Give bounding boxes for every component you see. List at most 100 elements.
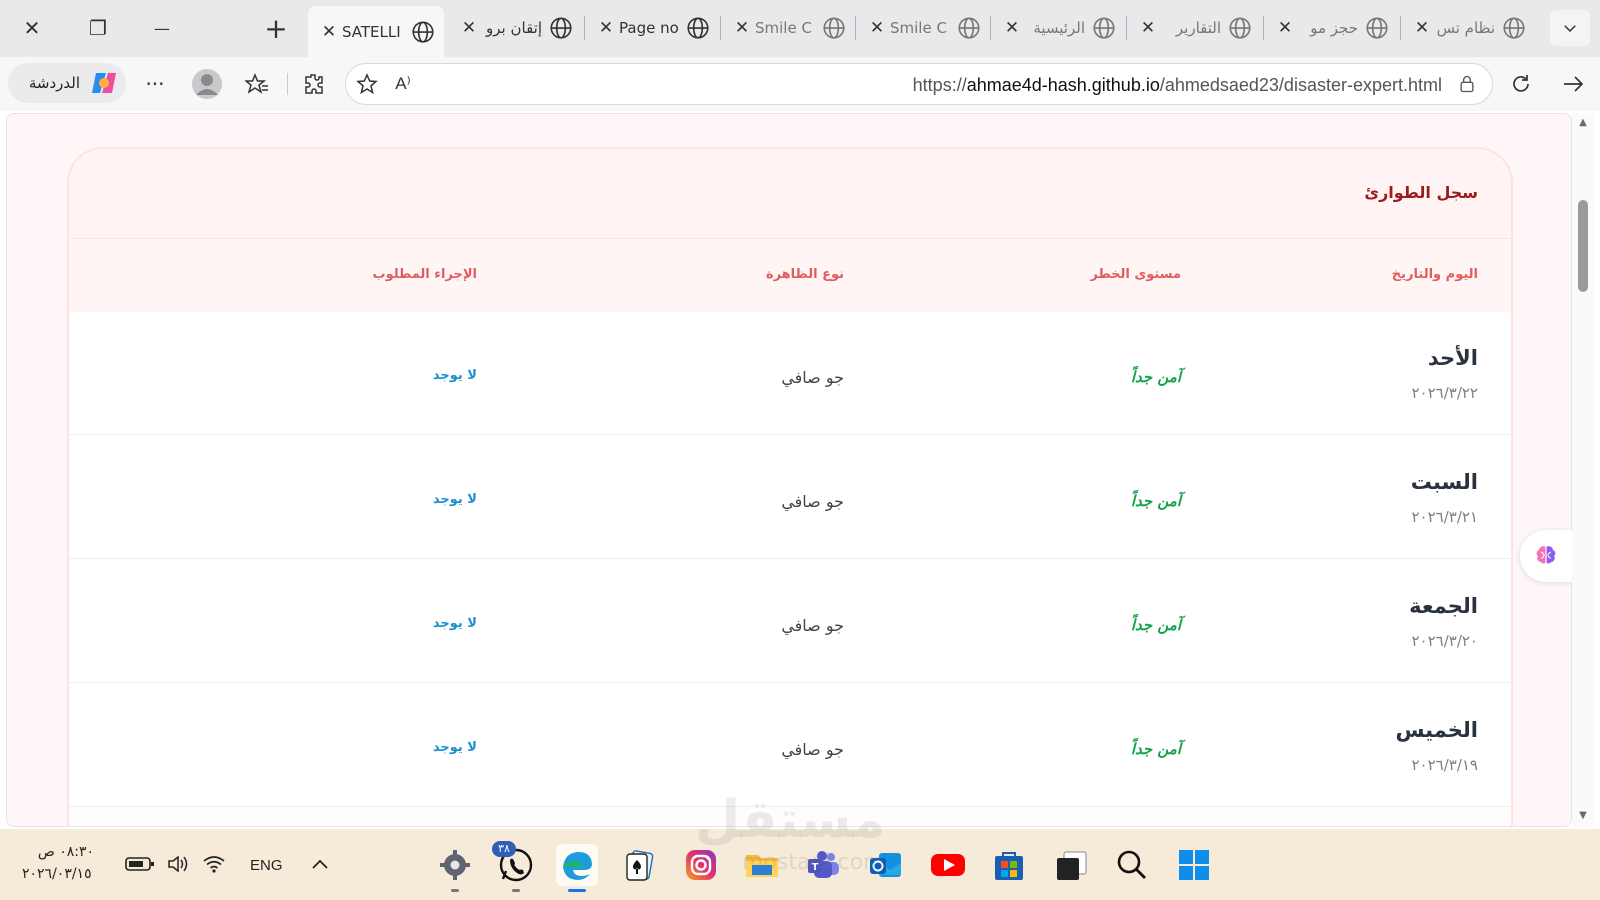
tab-list-button[interactable] — [1550, 10, 1590, 46]
restore-window-button[interactable]: ❐ — [76, 8, 120, 48]
chevron-up-icon — [312, 859, 328, 869]
start-icon — [1179, 850, 1209, 880]
forward-button[interactable] — [1556, 67, 1590, 101]
brain-icon — [1536, 546, 1556, 564]
row-risk-level: آمن جداً — [1130, 740, 1181, 758]
watermark-url: mostaql.com — [742, 850, 885, 875]
tab-home[interactable]: ✕ الرئيسية — [991, 8, 1119, 48]
tab-strip: ✕ ❐ — + ✕ SATELLI ✕ إتقان برو ✕ Page no … — [0, 0, 1600, 57]
favorites-button[interactable] — [240, 67, 274, 101]
read-aloud-icon: A⁾ — [395, 74, 411, 93]
watermark-logo: مستقل — [695, 790, 886, 850]
globe-icon — [1229, 17, 1251, 39]
tab-close-icon[interactable]: ✕ — [1003, 18, 1021, 38]
row-action: لا يوجد — [432, 740, 477, 755]
profile-button[interactable] — [190, 67, 224, 101]
row-phenomenon: جو صافي — [781, 368, 844, 387]
arrow-right-icon — [1564, 76, 1584, 92]
close-window-button[interactable]: ✕ — [10, 8, 54, 48]
instagram-app[interactable] — [680, 844, 722, 886]
running-indicator — [451, 889, 459, 892]
address-bar[interactable]: A⁾ https://ahmae4d-hash.github.io/ahmeds… — [345, 63, 1493, 105]
running-indicator — [512, 889, 520, 892]
tab-close-icon[interactable]: ✕ — [460, 18, 478, 38]
solitaire-app[interactable] — [618, 844, 660, 886]
row-risk-level: آمن جداً — [1130, 492, 1181, 510]
microsoft-store-icon — [995, 852, 1023, 880]
emergency-log-card: سجل الطوارئ اليوم والتاريخ مستوى الخطر ن… — [67, 147, 1513, 826]
add-favorite-button[interactable] — [350, 67, 384, 101]
card-title: سجل الطوارئ — [1364, 183, 1478, 202]
wifi-icon[interactable] — [200, 851, 228, 877]
volume-icon[interactable] — [164, 851, 192, 877]
tab-smile-1[interactable]: ✕ Smile C — [721, 8, 849, 48]
microsoft-store-app[interactable] — [988, 844, 1030, 886]
new-tab-button[interactable]: + — [254, 8, 298, 48]
scroll-down-icon[interactable]: ▼ — [1577, 810, 1589, 822]
clock[interactable]: ٠٨:٣٠ ص ٢٠٢٦/٠٣/١٥ — [22, 841, 94, 885]
column-header-day-date: اليوم والتاريخ — [1391, 267, 1478, 282]
tab-close-icon[interactable]: ✕ — [868, 18, 886, 38]
page-scrollbar[interactable]: ▲ ▼ — [1572, 113, 1594, 827]
tab-itqan[interactable]: ✕ إتقان برو — [448, 8, 576, 48]
settings-icon — [440, 850, 470, 880]
input-language-indicator[interactable]: ENG — [250, 857, 283, 874]
copilot-chat-button[interactable]: الدردشة — [8, 63, 126, 103]
globe-icon — [1503, 17, 1525, 39]
row-action: لا يوجد — [432, 492, 477, 507]
tab-satellite[interactable]: ✕ SATELLI — [308, 6, 444, 57]
settings-app[interactable] — [434, 844, 476, 892]
table-header: اليوم والتاريخ مستوى الخطر نوع الظاهرة ا… — [69, 239, 1511, 312]
tab-smile-2[interactable]: ✕ Smile C — [856, 8, 984, 48]
site-info-button[interactable] — [1450, 67, 1484, 101]
tab-title: حجز مو — [1310, 19, 1358, 37]
page-viewport: سجل الطوارئ اليوم والتاريخ مستوى الخطر ن… — [6, 113, 1572, 827]
start-button[interactable] — [1173, 844, 1215, 886]
url-text[interactable]: https://ahmae4d-hash.github.io/ahmedsaed… — [913, 75, 1442, 96]
globe-icon — [1366, 17, 1388, 39]
tab-close-icon[interactable]: ✕ — [320, 22, 338, 42]
tab-close-icon[interactable]: ✕ — [733, 18, 751, 38]
minimize-window-button[interactable]: — — [140, 8, 184, 48]
tab-system[interactable]: ✕ نظام تس — [1401, 8, 1529, 48]
search-button[interactable] — [1111, 844, 1153, 886]
show-hidden-icons-button[interactable] — [306, 851, 334, 877]
task-view-button[interactable] — [1050, 844, 1092, 886]
globe-icon — [1093, 17, 1115, 39]
lock-icon — [1460, 75, 1474, 93]
tab-close-icon[interactable]: ✕ — [597, 18, 615, 38]
row-day: الجمعة — [1409, 594, 1478, 618]
column-header-action: الإجراء المطلوب — [372, 267, 477, 282]
row-phenomenon: جو صافي — [781, 492, 844, 511]
url-host: ahmae4d-hash.github.io — [966, 75, 1160, 95]
read-aloud-button[interactable]: A⁾ — [386, 67, 420, 101]
close-icon: ✕ — [23, 16, 41, 40]
tab-title: الرئيسية — [1033, 19, 1085, 37]
tab-close-icon[interactable]: ✕ — [1413, 18, 1431, 38]
more-options-button[interactable]: ··· — [138, 67, 172, 101]
extensions-button[interactable] — [297, 67, 331, 101]
running-indicator — [568, 889, 586, 892]
instagram-icon — [686, 850, 716, 880]
tab-close-icon[interactable]: ✕ — [1139, 18, 1157, 38]
task-view-icon — [1057, 851, 1087, 880]
tab-page-not-found[interactable]: ✕ Page no — [585, 8, 713, 48]
table-row: الخميس ٢٠٢٦/٣/١٩ آمن جداً جو صافي لا يوج… — [69, 684, 1511, 807]
scroll-thumb[interactable] — [1578, 200, 1588, 292]
globe-icon — [958, 17, 980, 39]
youtube-app[interactable] — [927, 844, 969, 886]
tab-booking[interactable]: ✕ حجز مو — [1264, 8, 1392, 48]
url-scheme: https:// — [912, 75, 967, 95]
tab-reports[interactable]: ✕ التقارير — [1127, 8, 1255, 48]
refresh-button[interactable] — [1504, 67, 1538, 101]
ai-assistant-button[interactable] — [1520, 530, 1572, 582]
scroll-up-icon[interactable]: ▲ — [1577, 117, 1589, 129]
row-action: لا يوجد — [432, 368, 477, 383]
tab-close-icon[interactable]: ✕ — [1276, 18, 1294, 38]
row-date: ٢٠٢٦/٣/٢٢ — [1411, 384, 1478, 402]
battery-icon[interactable] — [124, 851, 156, 877]
edge-icon — [563, 852, 592, 880]
edge-app[interactable] — [556, 844, 598, 892]
table-row: الأحد ٢٠٢٦/٣/٢٢ آمن جداً جو صافي لا يوجد — [69, 312, 1511, 435]
more-icon: ··· — [145, 72, 165, 96]
